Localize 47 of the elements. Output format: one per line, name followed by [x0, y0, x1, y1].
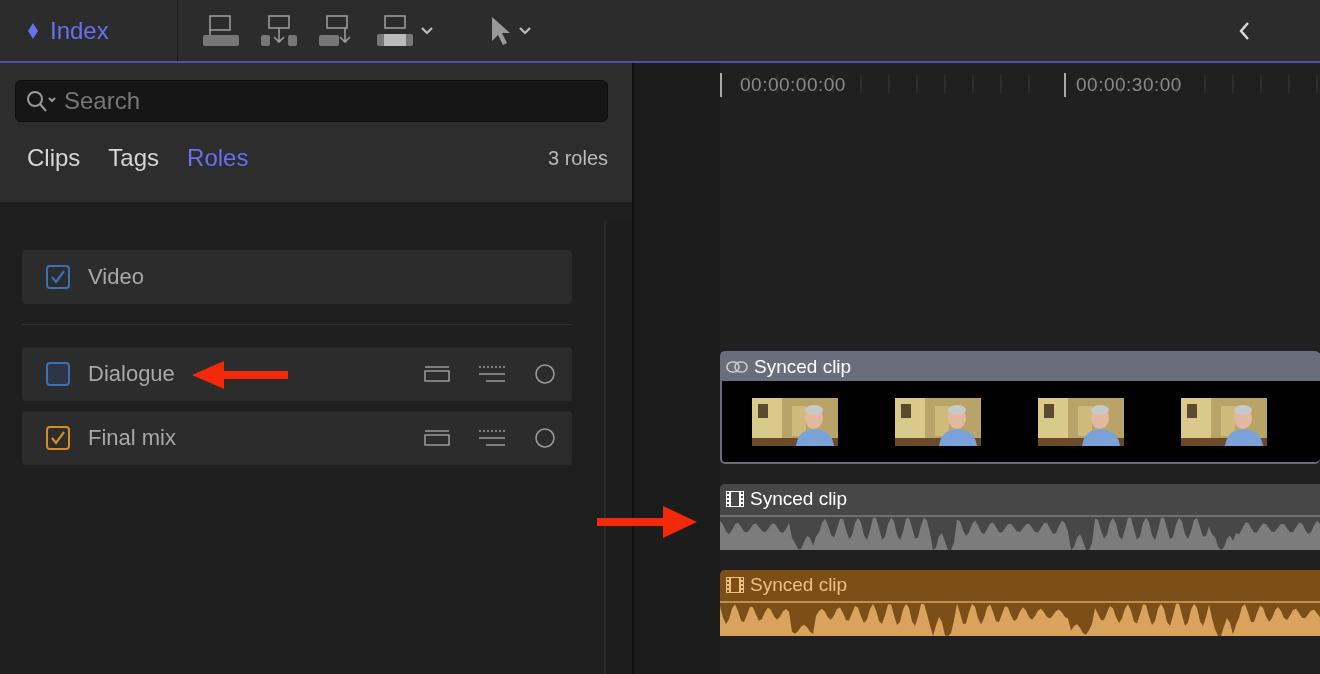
search-bar[interactable]: Search	[15, 80, 608, 122]
clip-title: Synced clip	[754, 356, 852, 378]
video-clip[interactable]: Synced clip	[720, 351, 1320, 464]
tab[interactable]: Clips	[27, 144, 81, 172]
tab[interactable]: Tags	[108, 144, 160, 172]
select-tool-button[interactable]	[490, 14, 532, 47]
diamond-icon	[28, 22, 38, 39]
checkbox[interactable]	[46, 362, 70, 386]
role-name: Final mix	[88, 425, 176, 451]
connect-button[interactable]	[202, 13, 240, 48]
lane-icon[interactable]	[424, 366, 450, 382]
link-icon	[726, 361, 748, 373]
search-icon	[26, 89, 58, 113]
audio-clip[interactable]: Synced clip	[720, 484, 1320, 550]
role-count: 3 roles	[547, 146, 608, 170]
pointer-icon	[490, 14, 512, 47]
checkbox[interactable]	[46, 426, 70, 450]
timeline-ruler[interactable]: 00:00:00:00 00:00:30:00	[720, 63, 1320, 101]
role-row[interactable]: Dialogue	[22, 347, 572, 401]
clip-title: Synced clip	[750, 574, 848, 596]
lane-icon[interactable]	[424, 430, 450, 446]
circle-icon[interactable]	[534, 363, 556, 385]
timecode: 00:00:30:00	[1076, 74, 1182, 96]
index-button[interactable]: Index	[28, 16, 109, 45]
role-row[interactable]: Video	[22, 250, 572, 304]
circle-icon[interactable]	[534, 427, 556, 449]
subroles-icon[interactable]	[478, 430, 506, 446]
clip-title: Synced clip	[750, 488, 848, 510]
overwrite-button[interactable]	[376, 13, 434, 48]
check-icon	[50, 431, 66, 445]
back-button[interactable]	[1238, 20, 1250, 41]
tab[interactable]: Roles	[187, 144, 249, 172]
chevron-left-icon	[1238, 20, 1250, 41]
checkbox[interactable]	[46, 265, 70, 289]
role-name: Dialogue	[88, 361, 175, 387]
insert-button[interactable]	[260, 13, 298, 48]
subroles-icon[interactable]	[478, 366, 506, 382]
chevron-down-icon	[518, 26, 532, 35]
timecode: 00:00:00:00	[740, 74, 846, 96]
audio-clip[interactable]: Synced clip	[720, 570, 1320, 636]
film-icon	[726, 577, 744, 593]
check-icon	[50, 270, 66, 284]
chevron-down-icon	[420, 26, 434, 35]
role-row[interactable]: Final mix	[22, 411, 572, 465]
film-icon	[726, 491, 744, 507]
role-name: Video	[88, 264, 144, 290]
search-field[interactable]: Search	[62, 86, 607, 116]
